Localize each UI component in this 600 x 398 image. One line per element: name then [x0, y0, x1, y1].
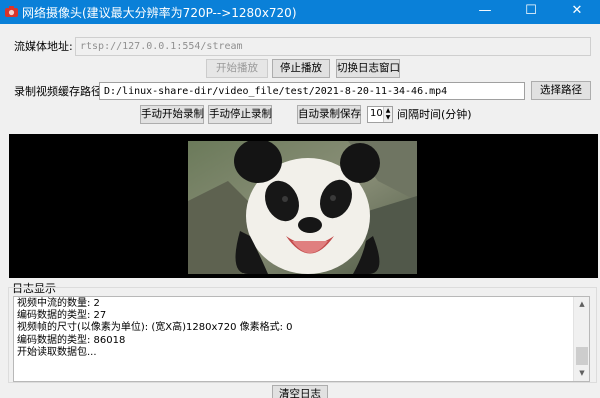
log-line: 视频中流的数量: 2: [17, 298, 100, 309]
scroll-up-arrow-icon[interactable]: ▲: [574, 297, 589, 312]
camera-icon: [5, 6, 18, 17]
choose-path-button[interactable]: 选择路径: [531, 81, 591, 100]
log-scrollbar[interactable]: ▲ ▼: [573, 297, 589, 381]
clear-log-button[interactable]: 清空日志: [272, 385, 328, 398]
log-line: 视频帧的尺寸(以像素为单位): (宽X高)1280x720 像素格式: 0: [17, 322, 293, 334]
maximize-button[interactable]: ☐: [508, 0, 554, 24]
minimize-button[interactable]: —: [462, 0, 508, 24]
panda-image: [188, 141, 417, 274]
stop-play-button[interactable]: 停止播放: [272, 59, 330, 78]
log-line: 编码数据的类型: 27: [17, 310, 107, 322]
panda-video-frame: [188, 141, 417, 274]
toggle-log-window-button[interactable]: 切换日志窗口: [336, 59, 400, 78]
stream-url-label: 流媒体地址:: [14, 40, 73, 53]
scroll-down-arrow-icon[interactable]: ▼: [574, 366, 589, 381]
record-path-label: 录制视频缓存路径:: [14, 85, 106, 98]
window-title: 网络摄像头(建议最大分辨率为720P-->1280x720): [22, 6, 297, 20]
interval-label: 间隔时间(分钟): [397, 108, 472, 121]
start-play-button[interactable]: 开始播放: [206, 59, 268, 78]
manual-start-record-button[interactable]: 手动开始录制: [140, 105, 204, 124]
spin-arrows-icon[interactable]: ▲ ▼: [383, 107, 392, 122]
close-button[interactable]: ✕: [554, 0, 600, 24]
auto-record-save-button[interactable]: 自动录制保存: [297, 105, 361, 124]
video-display: [9, 134, 598, 278]
stream-url-input[interactable]: rtsp://127.0.0.1:554/stream: [75, 37, 591, 56]
scroll-thumb[interactable]: [576, 347, 588, 365]
manual-stop-record-button[interactable]: 手动停止录制: [208, 105, 272, 124]
log-textarea[interactable]: 视频中流的数量: 2 编码数据的类型: 27 视频帧的尺寸(以像素为单位): (…: [13, 296, 590, 382]
record-path-input[interactable]: D:/linux-share-dir/video_file/test/2021-…: [99, 82, 525, 100]
log-line: 编码数据的类型: 86018: [17, 334, 126, 346]
interval-spinbox[interactable]: 10 ▲ ▼: [367, 106, 393, 123]
log-text: 视频中流的数量: 2 编码数据的类型: 27 视频帧的尺寸(以像素为单位): (…: [17, 298, 567, 359]
log-line: 开始读取数据包...: [17, 346, 97, 358]
title-bar: 网络摄像头(建议最大分辨率为720P-->1280x720) — ☐ ✕: [0, 0, 600, 24]
interval-value: 10: [370, 108, 383, 119]
